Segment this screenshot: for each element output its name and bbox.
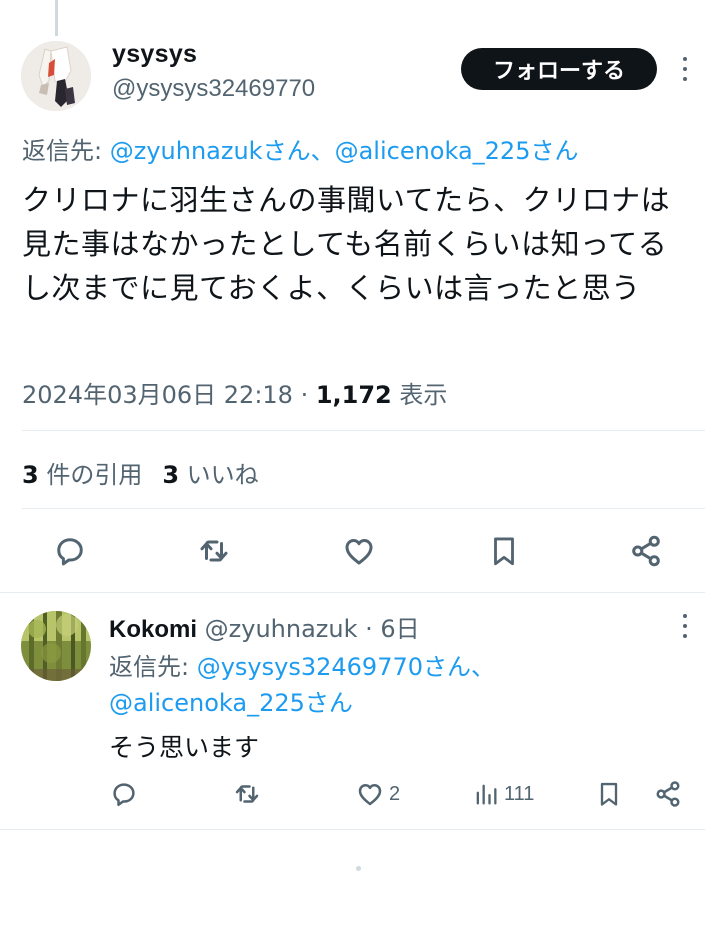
share-icon [656, 781, 680, 807]
follow-button[interactable]: フォローする [461, 48, 657, 90]
like-button[interactable] [341, 533, 377, 569]
mention-link[interactable]: @ysysys32469770さん、 [197, 653, 495, 681]
engagement-stats: 3 件の引用 3 いいね [22, 455, 259, 490]
bookmark-icon [600, 782, 618, 806]
views-label: 表示 [391, 381, 448, 409]
retweet-icon [200, 540, 228, 562]
loading-indicator-dot [356, 866, 361, 871]
like-icon [345, 539, 373, 565]
bookmark-button[interactable] [595, 779, 623, 809]
reply-to-prefix: 返信先: [109, 653, 197, 681]
quotes-count: 3 [22, 461, 39, 489]
reply-header: Kokomi @zyuhnazuk · 6日 [109, 609, 420, 644]
author-display-name[interactable]: ysysys [112, 40, 197, 69]
like-count: 2 [389, 782, 401, 805]
tweet-timestamp[interactable]: 2024年03月06日 22:18 [22, 381, 293, 409]
reply-text: そう思います [109, 733, 260, 762]
mention-link[interactable]: @alicenoka_225さん [335, 137, 579, 165]
reply-to-line: 返信先: @zyuhnazukさん、@alicenoka_225さん [22, 131, 578, 166]
reply-button[interactable] [109, 779, 139, 809]
mention-link[interactable]: @zyuhnazukさん [110, 137, 311, 165]
divider [0, 592, 705, 593]
retweet-icon [235, 785, 259, 803]
share-icon [632, 535, 660, 567]
reply-icon [113, 783, 135, 806]
likes-stat[interactable]: 3 いいね [162, 455, 258, 490]
share-button[interactable] [653, 779, 683, 809]
reply-author-handle[interactable]: @zyuhnazuk [205, 615, 358, 643]
like-button[interactable]: 2 [355, 779, 400, 809]
divider [22, 430, 705, 431]
reply-author-name[interactable]: Kokomi [109, 616, 197, 643]
divider [0, 829, 705, 830]
views-count: 1,172 [315, 381, 392, 409]
reply-to-line: 返信先: @ysysys32469770さん、 @alicenoka_225さん [109, 649, 669, 721]
avatar-image [21, 611, 91, 681]
share-button[interactable] [628, 533, 664, 569]
avatar-image [21, 41, 91, 111]
retweet-button[interactable] [231, 779, 263, 809]
reply-to-prefix: 返信先: [22, 137, 110, 165]
view-count: 111 [504, 782, 535, 805]
quotes-stat[interactable]: 3 件の引用 [22, 455, 142, 490]
author-handle[interactable]: @ysysys32469770 [112, 75, 315, 103]
retweet-button[interactable] [195, 533, 233, 569]
reply-time[interactable]: · 6日 [358, 615, 420, 643]
avatar[interactable] [21, 611, 91, 681]
more-options-icon[interactable] [680, 57, 690, 81]
tweet-text: クリロナに羽生さんの事聞いてたら、クリロナは見た事はなかったとしても名前くらいは… [22, 183, 671, 305]
reply-icon [57, 538, 83, 566]
quotes-label: 件の引用 [38, 461, 143, 489]
avatar[interactable] [21, 41, 91, 111]
like-icon [358, 784, 382, 806]
bookmark-button[interactable] [487, 533, 521, 569]
views-icon [476, 784, 497, 805]
divider [22, 508, 705, 509]
tweet-meta: 2024年03月06日 22:18 · 1,172 表示 [22, 375, 447, 410]
bookmark-icon [494, 537, 514, 566]
reply-button[interactable] [52, 533, 88, 569]
thread-connector-line [55, 0, 58, 36]
meta-separator: · [292, 381, 316, 409]
views-button[interactable]: 111 [472, 779, 534, 809]
likes-count: 3 [162, 461, 180, 489]
mention-link[interactable]: @alicenoka_225さん [109, 689, 353, 717]
likes-label: いいね [179, 461, 259, 489]
mention-separator: 、 [310, 137, 335, 165]
more-options-icon[interactable] [680, 614, 690, 638]
